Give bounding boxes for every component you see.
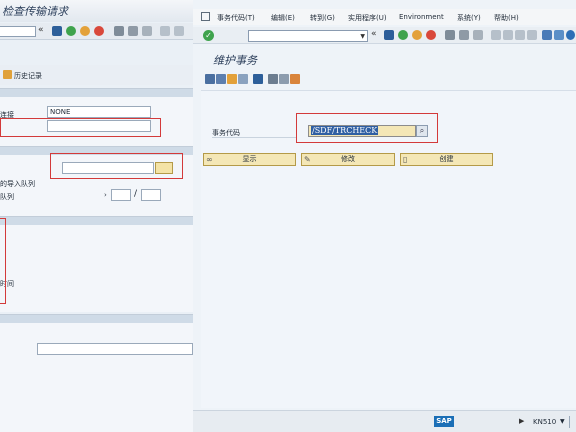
label-underline	[212, 137, 296, 138]
screen-title-bar: 维护事务	[201, 48, 576, 70]
first-page-icon[interactable]	[491, 30, 501, 40]
menu-window-icon[interactable]	[201, 12, 210, 21]
application-toolbar	[201, 71, 576, 87]
enter-check-icon[interactable]: ✓	[203, 30, 214, 41]
exit-icon[interactable]	[80, 26, 90, 36]
save-icon[interactable]	[52, 26, 62, 36]
sap-logo: SAP	[434, 416, 454, 427]
new-document-icon: ▯	[403, 155, 408, 164]
next-page-icon[interactable]	[515, 30, 525, 40]
display-glasses-icon: ∞	[206, 155, 213, 164]
copy-icon[interactable]	[279, 74, 289, 84]
main-content-area: 事务代码 /SDF/TRCHECK ⌕ ∞ 显示 ✎ 修改 ▯ 创建	[201, 90, 576, 408]
background-window: 检查传输请求 « 历史记录 连接 NONE 的导入队列 队列 › / 时间	[0, 0, 193, 432]
import-queue-label: 的导入队列	[0, 180, 35, 188]
save-icon[interactable]	[384, 30, 394, 40]
cancel-icon[interactable]	[426, 30, 436, 40]
none-value-text: NONE	[50, 108, 71, 116]
print-icon[interactable]	[445, 30, 455, 40]
queue-from-field[interactable]	[111, 189, 131, 201]
history-button-label[interactable]: 历史记录	[14, 71, 42, 81]
last-page-icon[interactable]	[527, 30, 537, 40]
info-icon[interactable]	[253, 74, 263, 84]
shortcut-icon[interactable]	[554, 30, 564, 40]
hierarchy-icon[interactable]	[227, 74, 237, 84]
red-highlight-box-left-2	[50, 153, 183, 179]
find-icon[interactable]	[459, 30, 469, 40]
tree-icon[interactable]	[216, 74, 226, 84]
menu-system[interactable]: 系统(Y)	[457, 13, 481, 23]
panel-header	[0, 217, 193, 225]
standard-toolbar: ✓ ▼ «	[193, 27, 576, 44]
menu-environment[interactable]: Environment	[399, 13, 444, 21]
back-arrows-icon[interactable]: «	[38, 25, 44, 35]
create-button-label: 创建	[439, 155, 454, 163]
help-icon[interactable]	[566, 30, 575, 40]
range-separator: /	[134, 189, 138, 199]
menu-edit[interactable]: 编辑(E)	[271, 13, 295, 23]
panel-header	[0, 89, 193, 97]
menu-goto[interactable]: 转到(G)	[310, 13, 335, 23]
arrow-marker-icon: ›	[104, 191, 107, 199]
back-arrows-icon[interactable]: «	[371, 29, 377, 39]
previous-page-icon[interactable]	[174, 26, 184, 36]
pencil-icon: ✎	[304, 155, 311, 164]
create-button[interactable]: ▯ 创建	[400, 153, 493, 166]
previous-page-icon[interactable]	[503, 30, 513, 40]
delete-icon[interactable]	[268, 74, 278, 84]
find-next-icon[interactable]	[473, 30, 483, 40]
background-toolbar: «	[0, 23, 193, 40]
system-dropdown-icon[interactable]: ▼	[560, 418, 565, 425]
history-icon	[3, 70, 12, 79]
search-icon[interactable]: ⌕	[416, 125, 428, 137]
background-panel-time: 时间	[0, 216, 193, 312]
display-button-label: 显示	[242, 155, 257, 163]
background-title-bar: 检查传输请求	[0, 0, 193, 22]
background-command-field[interactable]	[0, 26, 36, 37]
status-separator	[569, 416, 570, 428]
first-page-icon[interactable]	[160, 26, 170, 36]
background-panel-connection: 连接 NONE	[0, 88, 193, 146]
command-dropdown-icon[interactable]: ▼	[360, 33, 365, 40]
transaction-code-value: /SDF/TRCHECK	[311, 126, 379, 135]
screen-title: 维护事务	[213, 54, 257, 67]
find-icon[interactable]	[128, 26, 138, 36]
transport-icon[interactable]	[290, 74, 300, 84]
variant-icon[interactable]	[205, 74, 215, 84]
print-icon[interactable]	[114, 26, 124, 36]
find-next-icon[interactable]	[142, 26, 152, 36]
maintain-transaction-window: 事务代码(T) 编辑(E) 转到(G) 实用程序(U) Environment …	[193, 0, 576, 432]
transaction-code-input[interactable]: /SDF/TRCHECK	[308, 125, 416, 137]
queue-to-field[interactable]	[141, 189, 161, 201]
display-button[interactable]: ∞ 显示	[203, 153, 296, 166]
command-field[interactable]: ▼	[248, 30, 368, 42]
move-icon[interactable]	[238, 74, 248, 84]
red-highlight-box-left-1	[0, 118, 161, 137]
system-name: KN510	[533, 418, 557, 426]
exit-icon[interactable]	[412, 30, 422, 40]
status-bar: SAP ▶ KN510 ▼	[193, 410, 576, 432]
menu-transaction-code[interactable]: 事务代码(T)	[217, 13, 255, 23]
play-icon[interactable]: ▶	[519, 417, 524, 425]
background-panel-bottom	[0, 314, 193, 432]
menu-bar: 事务代码(T) 编辑(E) 转到(G) 实用程序(U) Environment …	[193, 9, 576, 25]
change-button[interactable]: ✎ 修改	[301, 153, 395, 166]
back-icon[interactable]	[398, 30, 408, 40]
background-window-title: 检查传输请求	[2, 5, 68, 18]
cancel-icon[interactable]	[94, 26, 104, 36]
back-icon[interactable]	[66, 26, 76, 36]
menu-help[interactable]: 帮助(H)	[494, 13, 519, 23]
panel-header	[0, 315, 193, 323]
background-application-toolbar: 历史记录	[0, 65, 193, 85]
none-value-field[interactable]: NONE	[47, 106, 151, 118]
menu-utilities[interactable]: 实用程序(U)	[348, 13, 387, 23]
bottom-input-field[interactable]	[37, 343, 193, 355]
change-button-label: 修改	[341, 155, 355, 163]
red-highlight-box-left-3	[0, 218, 6, 304]
queue-label: 队列	[0, 193, 14, 201]
new-session-icon[interactable]	[542, 30, 552, 40]
